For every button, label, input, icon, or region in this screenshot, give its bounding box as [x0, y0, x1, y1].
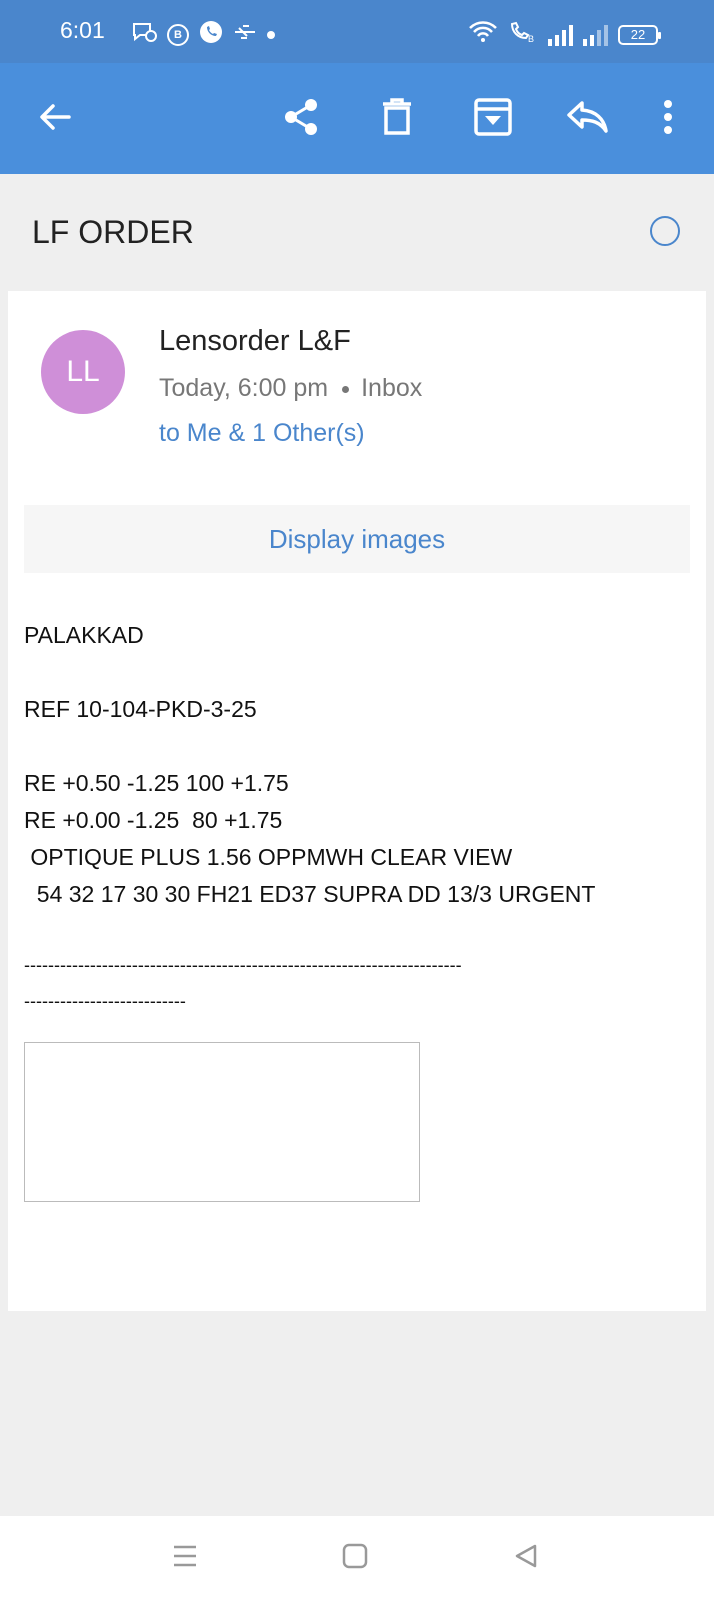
separator-dot-icon [342, 385, 350, 393]
usb-icon [233, 21, 257, 48]
recents-icon [172, 1544, 198, 1573]
recipients-link[interactable]: to Me & 1 Other(s) [159, 419, 365, 448]
status-system-icons: B 22 [468, 20, 661, 49]
reply-button[interactable] [560, 91, 616, 147]
share-icon [281, 97, 321, 142]
navigation-bar [0, 1516, 714, 1599]
battery-level: 22 [630, 27, 646, 42]
email-card: LL Lensorder L&F Today, 6:00 pm Inbox to … [8, 291, 706, 1311]
avatar[interactable]: LL [41, 330, 125, 414]
status-bar: 6:01 B B 22 [0, 0, 714, 63]
dash-divider: ----------------------------------------… [24, 955, 462, 975]
chat-icon [131, 21, 157, 48]
wifi-icon [468, 20, 498, 49]
status-time: 6:01 [60, 17, 105, 43]
svg-text:B: B [528, 34, 534, 44]
nav-back-button[interactable] [504, 1538, 548, 1578]
body-line: OPTIQUE PLUS 1.56 OPPMWH CLEAR VIEW [24, 844, 513, 870]
body-line: PALAKKAD [24, 622, 144, 648]
sender-name[interactable]: Lensorder L&F [159, 325, 351, 358]
back-arrow-icon [37, 99, 73, 140]
back-icon [513, 1543, 539, 1574]
email-meta: Today, 6:00 pm Inbox [159, 374, 422, 403]
image-placeholder [24, 1042, 420, 1202]
more-vert-icon [663, 99, 673, 140]
battery-icon: 22 [618, 24, 661, 45]
body-line: REF 10-104-PKD-3-25 [24, 696, 257, 722]
share-button[interactable] [273, 91, 329, 147]
delete-button[interactable] [369, 91, 425, 147]
reply-icon [566, 100, 610, 139]
volte-icon: B [508, 20, 538, 49]
email-toolbar [0, 63, 714, 174]
home-icon [342, 1543, 368, 1574]
body-line: 54 32 17 30 30 FH21 ED37 SUPRA DD 13/3 U… [24, 881, 596, 907]
archive-icon [474, 97, 512, 141]
signal-icon [583, 24, 608, 46]
trash-icon [381, 97, 413, 141]
body-line: RE +0.00 -1.25 80 +1.75 [24, 807, 283, 833]
archive-button[interactable] [465, 91, 521, 147]
home-button[interactable] [333, 1538, 377, 1578]
email-folder: Inbox [361, 374, 423, 402]
phone-icon [199, 20, 223, 49]
b-icon: B [167, 23, 189, 46]
dot-icon [267, 30, 275, 39]
body-line: RE +0.50 -1.25 100 +1.75 [24, 770, 289, 796]
select-circle-icon[interactable] [650, 216, 680, 246]
email-time: Today, 6:00 pm [159, 374, 329, 402]
dash-divider: --------------------------- [24, 991, 186, 1011]
display-images-button[interactable]: Display images [24, 505, 690, 573]
status-notification-icons: B [131, 20, 275, 49]
back-button[interactable] [27, 91, 83, 147]
recents-button[interactable] [163, 1538, 207, 1578]
signal-icon [548, 24, 573, 46]
more-options-button[interactable] [640, 91, 696, 147]
email-subject: LF ORDER [32, 214, 194, 250]
